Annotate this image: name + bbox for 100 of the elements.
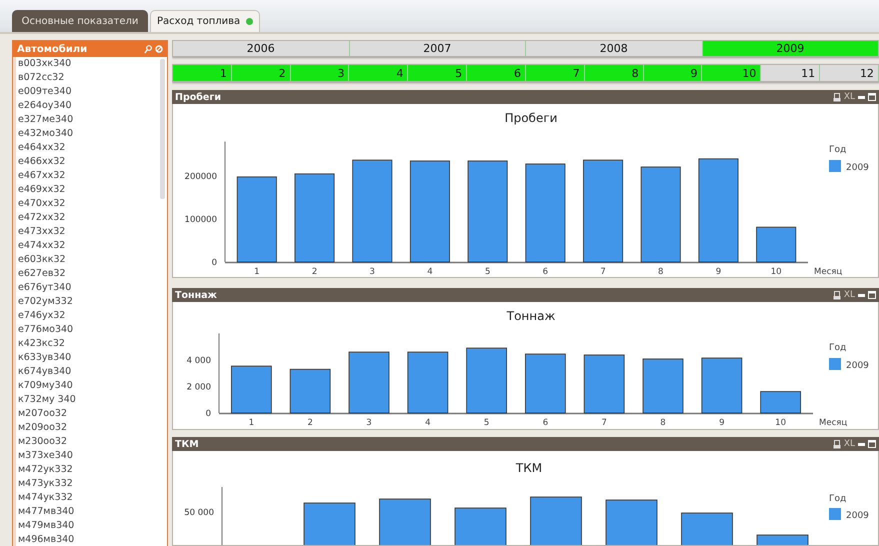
list-item[interactable]: м207оо32 xyxy=(18,407,167,421)
panel-title: Тоннаж xyxy=(175,290,218,300)
list-item[interactable]: е473хх32 xyxy=(18,225,167,239)
clear-icon[interactable] xyxy=(155,45,163,53)
axis-label: 6 xyxy=(542,418,548,428)
maximize-icon[interactable] xyxy=(868,440,876,448)
axis-label: 3 xyxy=(370,267,375,277)
legend-title: Год xyxy=(829,343,846,353)
axis-label: 5 xyxy=(484,418,490,428)
axis-label: 8 xyxy=(658,267,664,277)
month-cell[interactable]: 7 xyxy=(526,65,585,81)
chart-title: Пробеги xyxy=(504,111,558,125)
list-item[interactable]: м373хе340 xyxy=(18,449,167,463)
list-item[interactable]: м473ук332 xyxy=(18,477,167,491)
panel-title: ТКМ xyxy=(175,438,200,450)
tick-label: 200000 xyxy=(184,172,217,182)
month-cell[interactable]: 2 xyxy=(232,65,291,81)
chart-bar xyxy=(304,502,356,545)
list-item[interactable]: е466хх32 xyxy=(18,155,167,169)
list-item[interactable]: е746ух32 xyxy=(18,309,167,323)
chart-bar xyxy=(379,498,431,545)
print-icon[interactable] xyxy=(832,92,841,102)
year-cell[interactable]: 2008 xyxy=(526,41,702,56)
year-cell[interactable]: 2009 xyxy=(702,41,879,56)
list-item[interactable]: к709му340 xyxy=(18,379,167,393)
print-icon[interactable] xyxy=(832,440,841,448)
minimize-icon[interactable] xyxy=(858,442,865,446)
tick-label: 0 xyxy=(206,409,211,419)
chart-bar xyxy=(290,368,331,414)
list-item[interactable]: м477мв340 xyxy=(18,505,167,519)
list-item[interactable]: е327ме340 xyxy=(18,113,167,127)
month-cell[interactable]: 9 xyxy=(644,65,702,81)
axis-label: 9 xyxy=(719,418,724,428)
axis-title: Месяц xyxy=(819,418,848,428)
axis-label: 4 xyxy=(427,267,433,277)
list-item[interactable]: е702ум332 xyxy=(18,295,167,309)
list-item[interactable]: е603кк32 xyxy=(18,253,167,267)
chart-bar xyxy=(584,354,625,414)
list-item[interactable]: в072сс32 xyxy=(18,71,167,85)
tick-label: 4 000 xyxy=(186,356,211,366)
month-cell[interactable]: 6 xyxy=(467,65,526,81)
list-item[interactable]: е467хх32 xyxy=(18,169,167,183)
export-button[interactable]: XL xyxy=(844,439,855,449)
list-item[interactable]: к674ув340 xyxy=(18,365,167,379)
axis-label: 2 xyxy=(308,418,313,428)
list-item[interactable]: в003хк340 xyxy=(18,57,167,71)
list-item[interactable]: к633ув340 xyxy=(18,351,167,365)
list-item[interactable]: е676ут340 xyxy=(18,281,167,295)
year-cell[interactable]: 2006 xyxy=(173,41,350,56)
list-item[interactable]: е474хх32 xyxy=(18,239,167,253)
list-item[interactable]: м230оо32 xyxy=(18,435,167,449)
month-cell[interactable]: 1 xyxy=(173,65,232,81)
maximize-icon[interactable] xyxy=(868,291,876,299)
minimize-icon[interactable] xyxy=(858,96,865,98)
list-item[interactable]: е469хх32 xyxy=(18,183,167,197)
list-item[interactable]: м479мв340 xyxy=(18,519,167,533)
minimize-icon[interactable] xyxy=(858,294,865,296)
maximize-icon[interactable] xyxy=(868,93,876,101)
list-item[interactable]: е009те340 xyxy=(18,85,167,99)
month-cell[interactable]: 5 xyxy=(408,65,468,81)
search-icon[interactable] xyxy=(144,44,152,54)
chart-bar xyxy=(642,358,684,414)
list-item[interactable]: е432мо340 xyxy=(18,127,167,141)
tick-label: 50 000 xyxy=(184,508,214,518)
tab[interactable]: Основные показатели xyxy=(12,10,148,32)
tab[interactable]: Расход топлива xyxy=(150,10,260,32)
list-item[interactable]: е464хх32 xyxy=(18,141,167,155)
list-item[interactable]: м209оо32 xyxy=(18,421,167,435)
list-item[interactable]: е627ев32 xyxy=(18,267,167,281)
list-item[interactable]: е472хх32 xyxy=(18,211,167,225)
axis-label: 9 xyxy=(716,267,722,277)
axis-label: 7 xyxy=(600,267,606,277)
month-cell[interactable]: 4 xyxy=(349,65,408,81)
axis-label: 8 xyxy=(660,418,666,428)
month-cell[interactable]: 11 xyxy=(761,65,820,81)
chart-title: Тоннаж xyxy=(506,309,556,323)
legend-label: 2009 xyxy=(846,361,869,371)
legend-title: Год xyxy=(829,494,846,504)
list-item[interactable]: к732му 340 xyxy=(18,393,167,407)
list-item[interactable]: е776мо340 xyxy=(18,323,167,337)
month-cell[interactable]: 8 xyxy=(584,65,644,81)
scrollbar[interactable] xyxy=(160,59,165,199)
export-button[interactable]: XL xyxy=(844,92,855,102)
month-cell[interactable]: 3 xyxy=(290,65,350,81)
axis-label: 5 xyxy=(484,267,490,277)
list-item[interactable]: м496мв340 xyxy=(18,533,167,546)
chart-bar xyxy=(231,366,272,414)
month-cell[interactable]: 10 xyxy=(702,65,762,81)
export-button[interactable]: XL xyxy=(844,290,855,300)
list-item[interactable]: м474ук332 xyxy=(18,491,167,505)
year-cell[interactable]: 2007 xyxy=(350,41,526,56)
list-item[interactable]: е470хх32 xyxy=(18,197,167,211)
list-item[interactable]: е264оу340 xyxy=(18,99,167,113)
print-icon[interactable] xyxy=(832,290,841,300)
month-cell[interactable]: 12 xyxy=(820,65,879,81)
list-item[interactable]: м472ук332 xyxy=(18,463,167,477)
list-item[interactable]: к423кс32 xyxy=(18,337,167,351)
chart-bar xyxy=(466,348,507,414)
axis-label: 2 xyxy=(312,267,318,277)
chart-title: ТКМ xyxy=(516,461,542,475)
